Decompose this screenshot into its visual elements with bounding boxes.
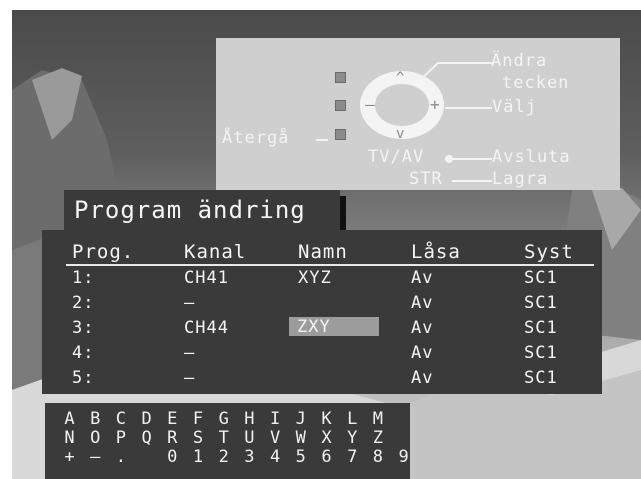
- char-key[interactable]: T: [215, 428, 232, 448]
- char-key[interactable]: +: [61, 447, 78, 467]
- char-key[interactable]: Z: [369, 428, 386, 448]
- cell-kanal: –: [184, 343, 196, 363]
- char-key[interactable]: C: [112, 409, 129, 429]
- help-square-2: [335, 100, 346, 111]
- char-key[interactable]: 9: [395, 447, 412, 467]
- cell-prog: 2:: [72, 293, 95, 313]
- char-key[interactable]: Q: [138, 428, 155, 448]
- cell-kanal: CH41: [184, 268, 229, 288]
- char-key[interactable]: W: [292, 428, 309, 448]
- page-title: Program ändring: [74, 196, 306, 224]
- cell-lasa: Av: [411, 268, 434, 288]
- help-label-valj: Välj: [492, 97, 537, 117]
- header-divider: [66, 264, 594, 266]
- cell-syst: SC1: [524, 268, 558, 288]
- char-key[interactable]: B: [87, 409, 104, 429]
- cell-kanal: CH44: [184, 318, 229, 338]
- cell-syst: SC1: [524, 368, 558, 388]
- cell-lasa: Av: [411, 368, 434, 388]
- table-row-selected[interactable]: 3: CH44 ZXY Av SC1: [42, 317, 602, 342]
- cell-prog: 3:: [72, 318, 95, 338]
- svg-text:–: –: [365, 95, 375, 114]
- char-key[interactable]: K: [318, 409, 335, 429]
- header-lasa: Låsa: [411, 241, 461, 263]
- table-row[interactable]: 1: CH41 XYZ Av SC1: [42, 268, 602, 292]
- char-key[interactable]: Y: [344, 428, 361, 448]
- remote-help-panel: ^ – + v Ändra tecken Välj Återgå TV/AV A…: [216, 38, 620, 190]
- table-row[interactable]: 4: – Av SC1: [42, 343, 602, 367]
- help-square-1: [335, 72, 346, 83]
- cell-lasa: Av: [411, 293, 434, 313]
- cell-prog: 5:: [72, 368, 95, 388]
- char-key[interactable]: S: [190, 428, 207, 448]
- table-row[interactable]: 5: – Av SC1: [42, 368, 602, 392]
- help-label-tvav: TV/AV: [368, 147, 425, 167]
- character-picker: ABCDEFGHIJKLM NOPQRSTUVWXYZ + –. 0 1 2 3 4 5 6 7 8…: [45, 403, 410, 479]
- svg-text:v: v: [396, 126, 404, 142]
- help-label-tecken: tecken: [502, 73, 570, 93]
- char-key[interactable]: 6: [318, 447, 335, 467]
- char-key[interactable]: J: [292, 409, 309, 429]
- char-key[interactable]: G: [215, 409, 232, 429]
- char-key[interactable]: 4: [267, 447, 284, 467]
- header-syst: Syst: [524, 241, 574, 263]
- title-tab: Program ändring: [64, 190, 340, 230]
- help-square-3: [335, 129, 346, 140]
- char-key[interactable]: –: [87, 447, 104, 467]
- cell-kanal: –: [184, 368, 196, 388]
- char-key[interactable]: L: [344, 409, 361, 429]
- help-label-str: STR: [409, 169, 443, 189]
- char-key[interactable]: P: [112, 428, 129, 448]
- header-kanal: Kanal: [184, 241, 247, 263]
- cell-syst: SC1: [524, 318, 558, 338]
- name-edit-field[interactable]: ZXY: [289, 317, 379, 337]
- char-key[interactable]: 0: [164, 447, 181, 467]
- svg-text:+: +: [430, 95, 440, 114]
- char-key[interactable]: D: [138, 409, 155, 429]
- char-key[interactable]: 1: [190, 447, 207, 467]
- char-key[interactable]: M: [369, 409, 386, 429]
- char-key[interactable]: F: [190, 409, 207, 429]
- char-key[interactable]: X: [318, 428, 335, 448]
- header-namn: Namn: [298, 241, 348, 263]
- help-label-atergå: Återgå: [222, 128, 290, 148]
- cell-lasa: Av: [411, 343, 434, 363]
- tv-screen: ^ – + v Ändra tecken Välj Återgå TV/AV A…: [12, 10, 641, 479]
- char-key[interactable]: 3: [241, 447, 258, 467]
- char-key[interactable]: V: [267, 428, 284, 448]
- char-key[interactable]: E: [164, 409, 181, 429]
- program-table: Prog. Kanal Namn Låsa Syst 1: CH41 XYZ A…: [42, 230, 602, 394]
- help-label-andra: Ändra: [491, 51, 548, 71]
- cell-namn: XYZ: [298, 268, 332, 288]
- help-label-lagra: Lagra: [492, 169, 549, 189]
- cell-syst: SC1: [524, 343, 558, 363]
- cell-syst: SC1: [524, 293, 558, 313]
- cell-prog: 4:: [72, 343, 95, 363]
- cell-prog: 1:: [72, 268, 95, 288]
- char-key[interactable]: 7: [344, 447, 361, 467]
- char-key[interactable]: U: [241, 428, 258, 448]
- char-key[interactable]: 2: [215, 447, 232, 467]
- char-key[interactable]: H: [241, 409, 258, 429]
- help-label-avsluta: Avsluta: [492, 147, 571, 167]
- char-key[interactable]: 8: [369, 447, 386, 467]
- cell-kanal: –: [184, 293, 196, 313]
- char-key[interactable]: R: [164, 428, 181, 448]
- table-row[interactable]: 2: – Av SC1: [42, 293, 602, 317]
- svg-text:^: ^: [396, 70, 404, 86]
- cell-lasa: Av: [411, 318, 434, 338]
- char-key[interactable]: .: [112, 447, 129, 467]
- remote-control-diagram: ^ – + v: [316, 62, 492, 182]
- char-key[interactable]: N: [61, 428, 78, 448]
- header-prog: Prog.: [72, 241, 135, 263]
- char-key[interactable]: O: [87, 428, 104, 448]
- char-key[interactable]: A: [61, 409, 78, 429]
- char-key[interactable]: I: [267, 409, 284, 429]
- char-key[interactable]: 5: [292, 447, 309, 467]
